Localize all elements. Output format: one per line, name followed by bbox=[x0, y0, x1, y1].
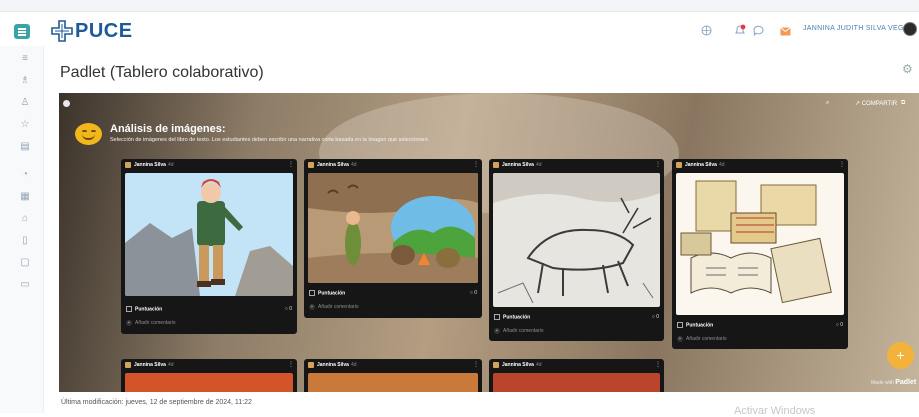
user-name[interactable]: JANNINA JUDITH SILVA VEGA bbox=[803, 25, 909, 32]
post-card[interactable]: Jannina Silva 4d ⋮ Puntuación ○ 0 + Añadir… bbox=[489, 159, 664, 341]
rating-label[interactable]: Puntuación bbox=[677, 322, 713, 328]
post-card[interactable]: Jannina Silva 4d ⋮ bbox=[121, 359, 297, 392]
book-icon[interactable]: ▯ bbox=[20, 236, 30, 246]
clipboard-icon[interactable]: ▢ bbox=[20, 258, 30, 268]
rating-label[interactable]: Puntuación bbox=[309, 290, 345, 296]
library-icon[interactable]: ▤ bbox=[20, 142, 30, 152]
menu-toggle-button[interactable] bbox=[14, 24, 30, 39]
os-activation-watermark: Activar Windows bbox=[734, 405, 816, 417]
post-card[interactable]: Jannina Silva 4d ⋮ bbox=[489, 359, 664, 392]
calendar-icon[interactable]: ▦ bbox=[20, 192, 30, 202]
more-options-icon[interactable]: ⋮ bbox=[655, 161, 661, 168]
card-image-ancient-books[interactable] bbox=[676, 173, 844, 315]
chat-icon[interactable] bbox=[753, 24, 764, 39]
card-image-cave-painting[interactable] bbox=[493, 173, 660, 307]
puce-cross-icon[interactable] bbox=[51, 20, 73, 42]
padlet-title: Análisis de imágenes: bbox=[110, 123, 226, 135]
rating-icon bbox=[309, 290, 315, 296]
comment-count[interactable]: ○ 0 bbox=[652, 314, 659, 320]
browser-strip bbox=[0, 0, 919, 12]
post-card[interactable]: Jannina Silva 4d ⋮ Puntuación ○ 0 + Añadir… bbox=[121, 159, 297, 334]
card-header: Jannina Silva 4d ⋮ bbox=[489, 159, 664, 171]
author-name: Jannina Silva 4d bbox=[134, 162, 174, 168]
author-name: Jannina Silva 4d bbox=[134, 362, 174, 368]
share-button[interactable]: ↗ COMPARTIR bbox=[855, 100, 897, 107]
search-icon[interactable]: ⌕ bbox=[826, 100, 829, 107]
more-options-icon[interactable]: ⋮ bbox=[655, 361, 661, 368]
author-name: Jannina Silva 4d bbox=[502, 162, 542, 168]
top-navbar: PUCE JANNINA JUDITH SILVA VEGA bbox=[0, 0, 919, 46]
author-name: Jannina Silva 4d bbox=[317, 162, 357, 168]
card-header: Jannina Silva 4d ⋮ bbox=[121, 359, 297, 371]
add-comment-button[interactable]: + Añadir comentario bbox=[494, 328, 544, 334]
rating-label[interactable]: Puntuación bbox=[494, 314, 530, 320]
smile-emoji-icon bbox=[75, 123, 102, 145]
add-comment-button[interactable]: + Añadir comentario bbox=[126, 320, 176, 326]
author-name: Jannina Silva 4d bbox=[502, 362, 542, 368]
card-image[interactable] bbox=[493, 373, 660, 392]
folder-icon[interactable]: ▭ bbox=[20, 280, 30, 290]
rating-icon bbox=[126, 306, 132, 312]
history-icon[interactable]: ◔ bbox=[20, 170, 30, 180]
star-icon[interactable]: ☆ bbox=[20, 120, 30, 130]
open-external-icon[interactable]: ⧉ bbox=[901, 100, 905, 107]
card-image-cartoon-explorer[interactable] bbox=[125, 173, 293, 296]
comment-count[interactable]: ○ 0 bbox=[836, 322, 843, 328]
author-avatar bbox=[125, 162, 131, 168]
more-options-icon[interactable]: ⋮ bbox=[288, 161, 294, 168]
author-avatar bbox=[125, 362, 131, 368]
rating-icon bbox=[677, 322, 683, 328]
globe-icon[interactable] bbox=[701, 24, 712, 39]
page-title: Padlet (Tablero colaborativo) bbox=[60, 64, 264, 81]
padlet-description: Selección de imágenes del libro de texto… bbox=[110, 137, 430, 143]
author-avatar bbox=[676, 162, 682, 168]
post-card[interactable]: Jannina Silva 4d ⋮ bbox=[304, 359, 482, 392]
more-options-icon[interactable]: ⋮ bbox=[473, 361, 479, 368]
add-comment-button[interactable]: + Añadir comentario bbox=[677, 336, 727, 342]
bell-icon[interactable] bbox=[734, 24, 746, 39]
padlet-embed[interactable]: ⌕ ↗ COMPARTIR ⧉ Análisis de imágenes: Se… bbox=[59, 93, 919, 392]
avatar[interactable] bbox=[903, 22, 917, 36]
users-icon[interactable]: ♗ bbox=[20, 76, 30, 86]
graduation-icon[interactable]: ⌂ bbox=[20, 214, 30, 224]
rating-label[interactable]: Puntuación bbox=[126, 306, 162, 312]
rating-icon bbox=[494, 314, 500, 320]
card-header: Jannina Silva 4d ⋮ bbox=[304, 359, 482, 371]
card-header: Jannina Silva 4d ⋮ bbox=[304, 159, 482, 171]
brand-logo-text[interactable]: PUCE bbox=[75, 20, 133, 43]
post-card[interactable]: Jannina Silva 4d ⋮ Puntuación ○ 0 + Añadir… bbox=[672, 159, 848, 349]
user-icon[interactable]: ♙ bbox=[20, 98, 30, 108]
comment-count[interactable]: ○ 0 bbox=[470, 290, 477, 296]
author-avatar bbox=[308, 162, 314, 168]
author-name: Jannina Silva 4d bbox=[317, 362, 357, 368]
padlet-owner-avatar[interactable] bbox=[63, 100, 70, 107]
add-post-button[interactable]: + bbox=[887, 342, 914, 369]
card-image[interactable] bbox=[308, 373, 478, 392]
card-header: Jannina Silva 4d ⋮ bbox=[489, 359, 664, 371]
more-options-icon[interactable]: ⋮ bbox=[473, 161, 479, 168]
comment-count[interactable]: ○ 0 bbox=[285, 306, 292, 312]
left-sidebar: ≡ ♗ ♙ ☆ ▤ ◔ ▦ ⌂ ▯ ▢ ▭ bbox=[0, 46, 44, 413]
more-options-icon[interactable]: ⋮ bbox=[288, 361, 294, 368]
list-icon[interactable]: ≡ bbox=[20, 54, 30, 64]
post-card[interactable]: Jannina Silva 4d ⋮ Puntuación ○ 0 + Añadir… bbox=[304, 159, 482, 318]
card-image[interactable] bbox=[125, 373, 293, 392]
author-avatar bbox=[493, 162, 499, 168]
more-options-icon[interactable]: ⋮ bbox=[839, 161, 845, 168]
mail-icon[interactable] bbox=[780, 24, 791, 39]
author-avatar bbox=[308, 362, 314, 368]
author-avatar bbox=[493, 362, 499, 368]
author-name: Jannina Silva 4d bbox=[685, 162, 725, 168]
card-header: Jannina Silva 4d ⋮ bbox=[121, 159, 297, 171]
last-modified-text: Última modificación: jueves, 12 de septi… bbox=[61, 399, 252, 406]
card-header: Jannina Silva 4d ⋮ bbox=[672, 159, 848, 171]
made-with-padlet-link[interactable]: Made with Padlet bbox=[871, 379, 916, 386]
add-comment-button[interactable]: + Añadir comentario bbox=[309, 304, 359, 310]
gear-icon[interactable]: ⚙ bbox=[902, 62, 913, 76]
card-image-cave-family[interactable] bbox=[308, 173, 478, 283]
